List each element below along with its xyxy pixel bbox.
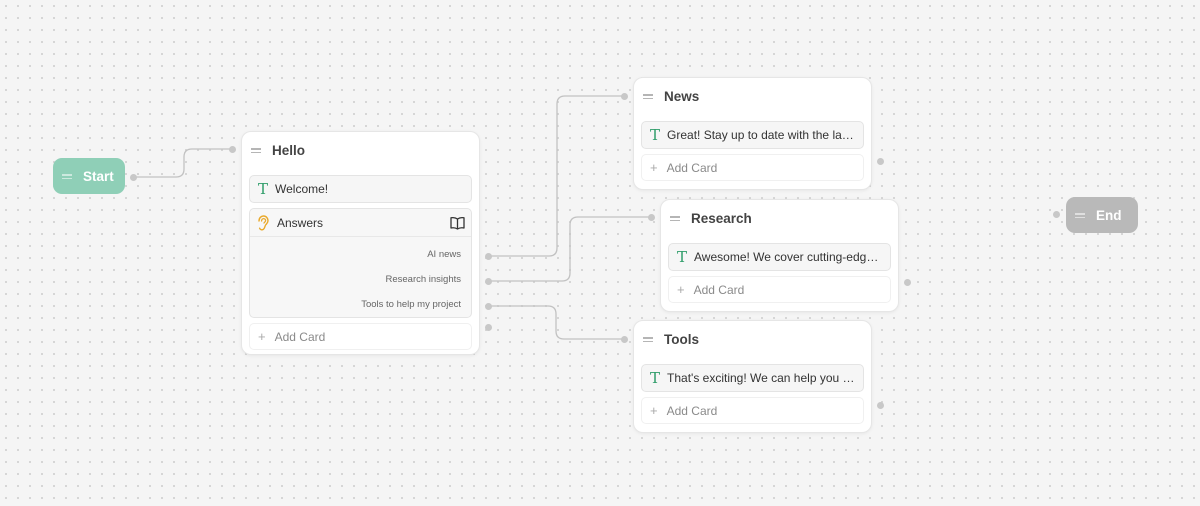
tools-node-header[interactable]: Tools bbox=[641, 321, 864, 357]
news-node-header[interactable]: News bbox=[641, 78, 864, 114]
text-type-icon: T bbox=[650, 125, 661, 144]
text-card[interactable]: T Great! Stay up to date with the late..… bbox=[641, 121, 864, 149]
drag-handle-icon[interactable] bbox=[669, 212, 681, 224]
start-output-handle[interactable] bbox=[130, 174, 137, 181]
add-card-label: Add Card bbox=[693, 282, 745, 297]
plus-icon: + bbox=[650, 403, 658, 418]
drag-handle-icon[interactable] bbox=[61, 170, 73, 182]
add-card-button[interactable]: + Add Card bbox=[641, 397, 864, 424]
text-card-content: Great! Stay up to date with the late... bbox=[667, 128, 862, 142]
plus-icon: + bbox=[650, 160, 658, 175]
news-input-handle[interactable] bbox=[621, 93, 628, 100]
start-node[interactable]: Start bbox=[53, 158, 125, 194]
edge-tools-tools bbox=[489, 305, 624, 340]
answer-option-ai-news[interactable]: AI news bbox=[250, 242, 471, 267]
answers-label: Answers bbox=[277, 215, 324, 230]
hello-node[interactable]: Hello T Welcome! Answers AI news Researc… bbox=[241, 131, 480, 355]
edge-research-research bbox=[489, 216, 651, 282]
drag-handle-icon[interactable] bbox=[1074, 209, 1086, 221]
answer-option-tools[interactable]: Tools to help my project bbox=[250, 292, 471, 317]
add-card-label: Add Card bbox=[666, 403, 718, 418]
tools-input-handle[interactable] bbox=[621, 336, 628, 343]
research-output-handle[interactable] bbox=[904, 279, 911, 286]
text-type-icon: T bbox=[650, 368, 661, 387]
text-card[interactable]: T Welcome! bbox=[249, 175, 472, 203]
hello-output-handle[interactable] bbox=[485, 324, 492, 331]
start-label: Start bbox=[83, 168, 114, 184]
news-output-handle[interactable] bbox=[877, 158, 884, 165]
text-card-content: Welcome! bbox=[275, 182, 329, 196]
drag-handle-icon[interactable] bbox=[642, 90, 654, 102]
ainews-output-handle[interactable] bbox=[485, 253, 492, 260]
end-label: End bbox=[1096, 207, 1122, 223]
text-card-content: Awesome! We cover cutting-edge ... bbox=[694, 250, 887, 264]
drag-handle-icon[interactable] bbox=[642, 333, 654, 345]
answers-card[interactable]: Answers AI news Research insights Tools … bbox=[249, 208, 472, 318]
ear-icon bbox=[258, 214, 269, 231]
connection-layer bbox=[134, 95, 651, 340]
drag-handle-icon[interactable] bbox=[250, 144, 262, 156]
edge-start-hello bbox=[134, 148, 232, 178]
add-card-button[interactable]: + Add Card bbox=[668, 276, 891, 303]
research-option-output-handle[interactable] bbox=[485, 278, 492, 285]
plus-icon: + bbox=[677, 282, 685, 297]
add-card-label: Add Card bbox=[274, 329, 326, 344]
text-card-content: That's exciting! We can help you fin... bbox=[667, 371, 863, 385]
news-node[interactable]: News T Great! Stay up to date with the l… bbox=[633, 77, 872, 190]
answers-header[interactable]: Answers bbox=[250, 209, 471, 237]
edge-ainews-news bbox=[489, 95, 624, 257]
answer-option-research-insights[interactable]: Research insights bbox=[250, 267, 471, 292]
book-icon[interactable] bbox=[450, 216, 465, 230]
research-node-header[interactable]: Research bbox=[668, 200, 891, 236]
add-card-button[interactable]: + Add Card bbox=[641, 154, 864, 181]
plus-icon: + bbox=[258, 329, 266, 344]
tools-node[interactable]: Tools T That's exciting! We can help you… bbox=[633, 320, 872, 433]
tools-option-output-handle[interactable] bbox=[485, 303, 492, 310]
text-card[interactable]: T Awesome! We cover cutting-edge ... bbox=[668, 243, 891, 271]
hello-input-handle[interactable] bbox=[229, 146, 236, 153]
add-card-button[interactable]: + Add Card bbox=[249, 323, 472, 350]
add-card-label: Add Card bbox=[666, 160, 718, 175]
text-type-icon: T bbox=[677, 247, 688, 266]
research-node[interactable]: Research T Awesome! We cover cutting-edg… bbox=[660, 199, 899, 312]
node-title: Hello bbox=[272, 142, 306, 158]
hello-node-header[interactable]: Hello bbox=[249, 132, 472, 168]
end-input-handle[interactable] bbox=[1053, 211, 1060, 218]
node-title: Tools bbox=[664, 331, 699, 347]
node-title: News bbox=[664, 88, 700, 104]
tools-output-handle[interactable] bbox=[877, 402, 884, 409]
node-title: Research bbox=[691, 210, 752, 226]
research-input-handle[interactable] bbox=[648, 214, 655, 221]
text-card[interactable]: T That's exciting! We can help you fin..… bbox=[641, 364, 864, 392]
text-type-icon: T bbox=[258, 179, 269, 198]
end-node[interactable]: End bbox=[1066, 197, 1138, 233]
answers-options: AI news Research insights Tools to help … bbox=[250, 237, 471, 317]
